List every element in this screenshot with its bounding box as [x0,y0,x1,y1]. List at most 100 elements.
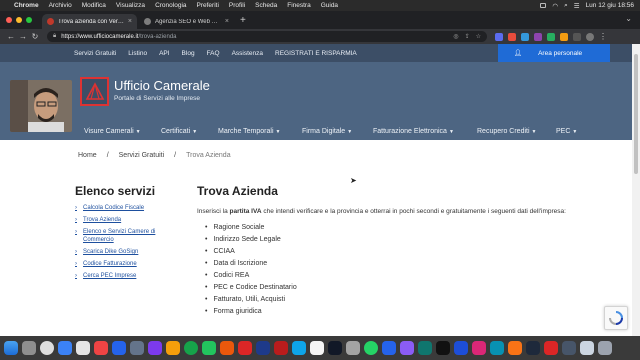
menu-archivio[interactable]: Archivio [49,2,72,9]
terminal-icon[interactable] [76,341,90,355]
share-icon[interactable]: ⇪ [465,33,470,40]
app-icon[interactable] [382,341,396,355]
topnav-faq[interactable]: FAQ [207,50,220,57]
downloads-icon[interactable] [580,341,594,355]
menu-modifica[interactable]: Modifica [82,2,106,9]
app-icon[interactable] [508,341,522,355]
app-icon[interactable] [436,341,450,355]
site-logo[interactable] [80,77,109,106]
app-icon[interactable] [328,341,342,355]
app-store-icon[interactable] [112,341,126,355]
app-icon[interactable] [148,341,162,355]
app-icon[interactable] [562,341,576,355]
nav-visure-camerali[interactable]: Visure Camerali ▼ [84,128,141,135]
mail-icon[interactable] [58,341,72,355]
sidebar-item-codice-fatturazione[interactable]: › Codice Fatturazione [75,260,175,268]
messages-icon[interactable] [202,341,216,355]
extension-icon[interactable] [547,32,555,41]
app-icon[interactable] [490,341,504,355]
extension-icon[interactable] [560,32,568,41]
app-icon[interactable] [472,341,486,355]
wifi-icon[interactable]: ◠ [552,2,558,10]
topnav-registrati[interactable]: REGISTRATI E RISPARMIA [275,50,357,57]
nav-pec[interactable]: PEC ▼ [556,128,577,135]
menu-finestra[interactable]: Finestra [287,2,310,9]
sidebar-item-dike-gosign[interactable]: › Scarica Dike GoSign [75,248,175,256]
topnav-servizi-gratuiti[interactable]: Servizi Gratuiti [74,50,116,57]
sidebar-item-camere-di-commercio[interactable]: › Elenco e Servizi Camere di Commercio [75,228,175,244]
app-icon[interactable] [544,341,558,355]
nav-firma-digitale[interactable]: Firma Digitale ▼ [302,128,352,135]
address-bar[interactable]: 🔒︎ https://www.ufficiocamerale.it/trova-… [47,31,487,42]
tab-trova-azienda[interactable]: Trova azienda con Verifica Parti × [42,14,137,29]
app-icon[interactable] [346,341,360,355]
extension-icon[interactable] [508,32,516,41]
filezilla-icon[interactable] [274,341,288,355]
tab-search-chevron-icon[interactable]: ⌄ [625,14,632,23]
chrome-icon[interactable] [184,341,198,355]
menu-scheda[interactable]: Scheda [255,2,277,9]
close-window-button[interactable] [6,17,12,23]
topnav-assistenza[interactable]: Assistenza [232,50,263,57]
app-icon[interactable] [292,341,306,355]
menu-cronologia[interactable]: Cronologia [155,2,186,9]
trash-icon[interactable] [598,341,612,355]
safari-icon[interactable] [40,341,54,355]
forward-button[interactable]: → [17,32,29,41]
more-menu-icon[interactable]: ⋮ [599,32,607,41]
site-brand[interactable]: Ufficio Camerale [114,78,210,93]
profile-avatar[interactable] [586,32,594,41]
topnav-api[interactable]: API [159,50,169,57]
extensions-puzzle-icon[interactable] [573,32,581,41]
close-tab-icon[interactable]: × [128,18,132,25]
close-tab-icon[interactable]: × [225,18,229,25]
app-icon[interactable] [220,341,234,355]
topnav-blog[interactable]: Blog [182,50,195,57]
topnav-listino[interactable]: Listino [128,50,147,57]
sidebar-item-trova-azienda[interactable]: › Trova Azienda [75,216,175,224]
extension-icon[interactable] [534,32,542,41]
sidebar-item-calcola-codice-fiscale[interactable]: › Calcola Codice Fiscale [75,204,175,212]
finder-icon[interactable] [4,341,18,355]
menubar-app-name[interactable]: Chrome [14,2,39,9]
menubar-clock[interactable]: Lun 12 giu 18:56 [586,2,634,9]
nav-recupero-crediti[interactable]: Recupero Crediti ▼ [477,128,536,135]
calendar-icon[interactable] [310,341,324,355]
search-icon[interactable]: ⌕ [564,2,568,10]
app-icon[interactable] [400,341,414,355]
breadcrumb-servizi-gratuiti[interactable]: Servizi Gratuiti [119,152,165,159]
new-tab-button[interactable]: + [236,14,250,29]
tab-agenzia-seo[interactable]: Agenzia SEO e Web Marketing × [139,14,234,29]
menu-profili[interactable]: Profili [229,2,245,9]
bookmark-star-icon[interactable]: ☆ [476,33,481,40]
menu-preferiti[interactable]: Preferiti [197,2,219,9]
whatsapp-icon[interactable] [364,341,378,355]
app-icon[interactable] [166,341,180,355]
control-center-icon[interactable]: ☰ [574,2,580,10]
acrobat-icon[interactable] [238,341,252,355]
zoom-window-button[interactable] [26,17,32,23]
reload-button[interactable]: ↻ [29,32,41,41]
page-scrollbar[interactable] [632,44,640,336]
google-lens-icon[interactable]: ◎ [453,33,458,40]
menu-visualizza[interactable]: Visualizza [116,2,145,9]
nav-marche-temporali[interactable]: Marche Temporali ▼ [218,128,280,135]
app-icon[interactable] [130,341,144,355]
minimize-window-button[interactable] [16,17,22,23]
recaptcha-badge[interactable] [604,306,628,330]
app-icon[interactable] [256,341,270,355]
scrollbar-thumb[interactable] [634,54,638,174]
screen-record-icon[interactable] [540,3,547,8]
nav-certificati[interactable]: Certificati ▼ [161,128,197,135]
menu-guida[interactable]: Guida [321,2,338,9]
app-icon[interactable] [418,341,432,355]
app-icon[interactable] [526,341,540,355]
app-icon[interactable] [94,341,108,355]
back-button[interactable]: ← [5,32,17,41]
app-icon[interactable] [454,341,468,355]
system-preferences-icon[interactable] [22,341,36,355]
area-personale-button[interactable]: 👤︎ Area personale [498,44,610,62]
lock-icon[interactable]: 🔒︎ [53,33,56,40]
extension-icon[interactable] [521,32,529,41]
extension-icon[interactable] [495,32,503,41]
